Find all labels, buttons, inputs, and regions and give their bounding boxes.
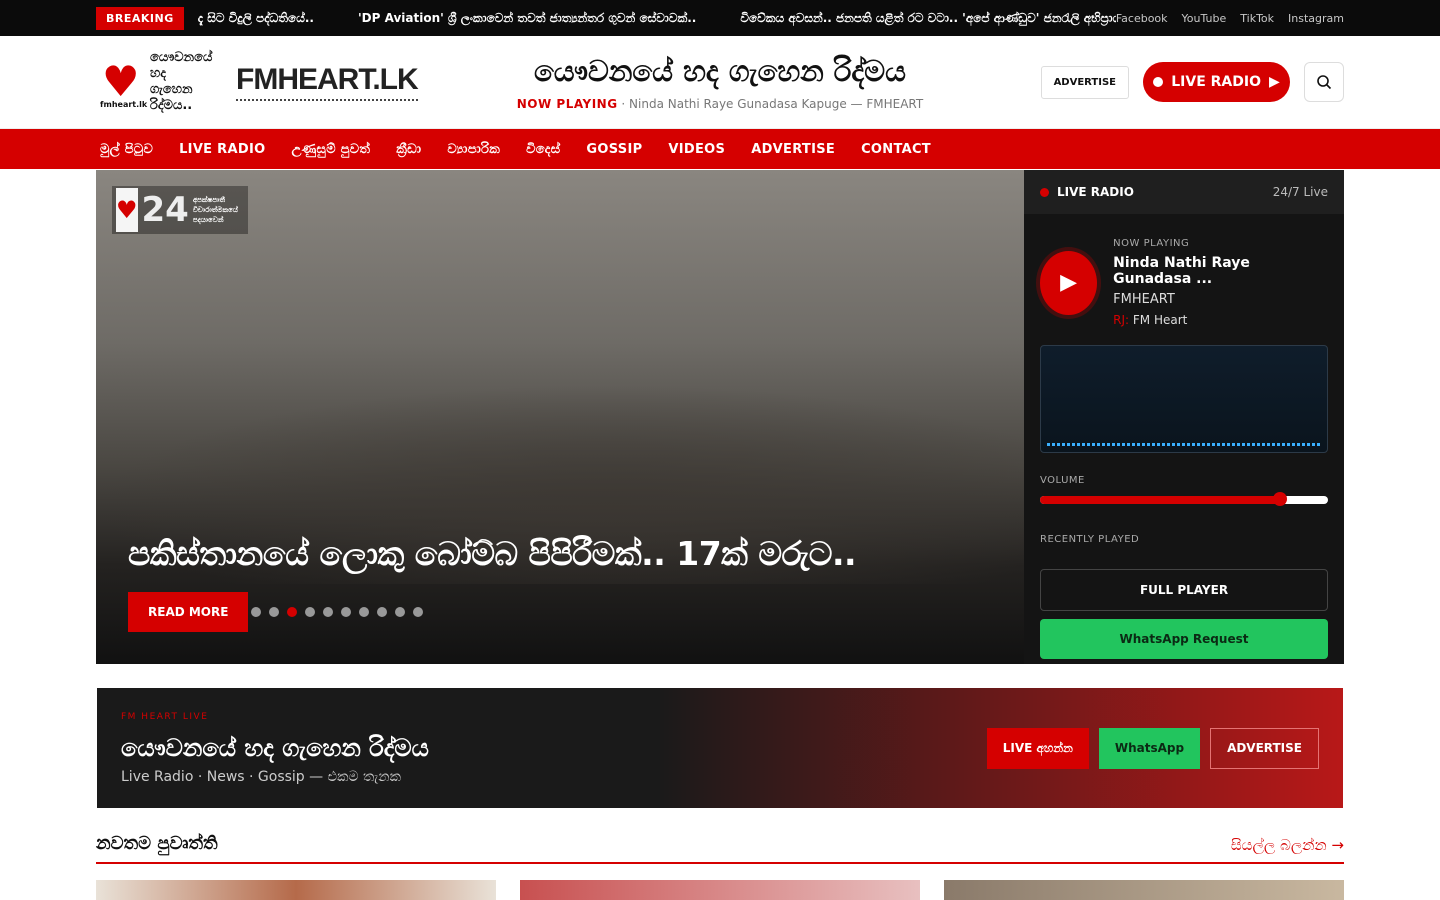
news-card-image[interactable] <box>520 880 920 900</box>
slider-dot[interactable] <box>413 607 423 617</box>
promo-subtitle: Live Radio · News · Gossip — එකම තැනක <box>121 769 401 785</box>
live-dot-icon <box>1153 77 1164 87</box>
rj-name: FM Heart <box>1132 313 1188 327</box>
now-playing-text: Ninda Nathi Raye Gunadasa Kapuge — FMHEA… <box>629 97 924 111</box>
volume-slider[interactable] <box>1040 492 1328 506</box>
slider-dot[interactable] <box>305 607 315 617</box>
news-card-image[interactable] <box>96 880 496 900</box>
news-card-image[interactable] <box>944 880 1344 900</box>
radio-status: 24/7 Live <box>1272 185 1328 199</box>
rj-line: RJ: FM Heart <box>1113 313 1328 327</box>
nav-sports[interactable]: ක්‍රීඩා <box>396 142 421 157</box>
top-bar: BREAKING දැ සිට විදුලි පද්ධතියේ.. 'DP Av… <box>0 0 1440 36</box>
audio-visualizer <box>1040 345 1328 453</box>
player-row: ▶ NOW PLAYING Ninda Nathi Raye Gunadasa … <box>1040 238 1328 327</box>
slider-dot[interactable] <box>269 607 279 617</box>
visualizer-bars <box>1047 443 1321 446</box>
slider-dot[interactable] <box>395 607 405 617</box>
nav-gossip[interactable]: GOSSIP <box>586 142 642 157</box>
slider-dot[interactable] <box>377 607 387 617</box>
hero-section: ♥ 24 අපක්ෂපාතී විචාරාත්මකයේ පදයාවෙන් පකි… <box>96 170 1344 664</box>
tiktok-link[interactable]: TikTok <box>1240 12 1274 25</box>
radio-widget: LIVE RADIO 24/7 Live ▶ NOW PLAYING Ninda… <box>1024 170 1344 664</box>
heart-icon: ♥ <box>102 57 140 106</box>
breaking-badge: BREAKING <box>96 6 184 30</box>
promo-buttons: LIVE අහන්න WhatsApp ADVERTISE <box>986 727 1319 769</box>
news-cards <box>96 880 1344 900</box>
youtube-link[interactable]: YouTube <box>1182 12 1227 25</box>
search-button[interactable] <box>1304 62 1344 102</box>
live-dot-icon <box>1040 187 1049 197</box>
nav-advertise[interactable]: ADVERTISE <box>751 142 835 157</box>
slider-dot[interactable] <box>323 607 333 617</box>
radio-body: ▶ NOW PLAYING Ninda Nathi Raye Gunadasa … <box>1024 214 1344 659</box>
nav-business[interactable]: ව්‍යාපාරික <box>447 142 500 157</box>
logo[interactable]: ♥ fmheart.lk <box>96 55 148 110</box>
nav-foreign[interactable]: විදෙස් <box>526 142 560 157</box>
heart-icon: ♥ <box>116 188 138 232</box>
promo-title: යෞවනයේ හද ගැහෙන රිද්මය <box>121 734 429 762</box>
view-all-link[interactable]: සියල්ල බලන්න → <box>1231 836 1344 854</box>
promo-advertise-button[interactable]: ADVERTISE <box>1210 727 1319 769</box>
artist-name: FMHEART <box>1113 292 1175 307</box>
logo-sinhala: යෞවනයේ හද ගැහෙන රිද්මය.. <box>150 50 213 113</box>
song-title: Ninda Nathi Raye Gunadasa ... <box>1113 255 1250 287</box>
whatsapp-request-button[interactable]: WhatsApp Request <box>1040 619 1328 659</box>
promo-eyebrow: FM HEART LIVE <box>121 712 209 722</box>
slider-dot[interactable] <box>251 607 261 617</box>
volume-fill <box>1040 496 1281 504</box>
recently-played-label: RECENTLY PLAYED <box>1040 534 1140 545</box>
play-button[interactable]: ▶ <box>1040 250 1098 315</box>
full-player-button[interactable]: FULL PLAYER <box>1040 569 1328 611</box>
latest-news-header: නවතම පුවෘත්ති සියල්ල බලන්න → <box>96 833 1344 864</box>
radio-header-title: LIVE RADIO <box>1057 185 1134 199</box>
radio-header: LIVE RADIO 24/7 Live <box>1024 170 1344 214</box>
site-header: ♥ fmheart.lk යෞවනයේ හද ගැහෙන රිද්මය.. FM… <box>0 36 1440 129</box>
slider-dots <box>251 607 423 617</box>
badge-number: 24 <box>141 190 189 230</box>
volume-label: VOLUME <box>1040 475 1085 486</box>
hero-title[interactable]: පකිස්තානයේ ලොකු බෝම්බ පිපිරීමක්.. 17ක් ම… <box>128 534 857 574</box>
nav-videos[interactable]: VIDEOS <box>668 142 725 157</box>
whatsapp-button[interactable]: WhatsApp <box>1098 727 1201 769</box>
main-nav: මුල් පිටුව LIVE RADIO උණුසුම් පුවත් ක්‍ර… <box>0 129 1440 169</box>
nav-contact[interactable]: CONTACT <box>861 142 931 157</box>
ticker-item[interactable]: 'DP Aviation' ශ්‍රී ලංකාවෙන් තවත් ජාත්‍ය… <box>358 11 696 26</box>
read-more-button[interactable]: READ MORE <box>128 592 249 632</box>
track-meta: NOW PLAYING Ninda Nathi Raye Gunadasa ..… <box>1113 238 1328 327</box>
play-icon: ▶ <box>1060 270 1078 295</box>
listen-live-button[interactable]: LIVE අහන්න <box>986 727 1089 769</box>
search-icon <box>1317 75 1332 90</box>
promo-banner: FM HEART LIVE යෞවනයේ හද ගැහෙන රිද්මය Liv… <box>97 688 1343 808</box>
advertise-button[interactable]: ADVERTISE <box>1040 65 1129 99</box>
now-playing-label: NOW PLAYING <box>1113 238 1190 249</box>
slider-dot[interactable] <box>341 607 351 617</box>
slider-dot[interactable] <box>359 607 369 617</box>
play-icon: ▶ <box>1268 74 1280 90</box>
facebook-link[interactable]: Facebook <box>1116 12 1168 25</box>
ticker-item[interactable]: විවේකය අවසන්.. ජනපති යළිත් රට වටා.. 'අපේ… <box>740 11 1116 26</box>
badge-text: අපක්ෂපාතී විචාරාත්මකයේ පදයාවෙන් <box>192 196 238 224</box>
latest-news-title: නවතම පුවෘත්ති <box>96 833 218 854</box>
now-playing-label: NOW PLAYING <box>516 97 618 111</box>
instagram-link[interactable]: Instagram <box>1288 12 1344 25</box>
hero-slider[interactable]: ♥ 24 අපක්ෂපාතී විචාරාත්මකයේ පදයාවෙන් පකි… <box>96 170 1024 664</box>
nav-hot-news[interactable]: උණුසුම් පුවත් <box>291 142 370 157</box>
channel-badge: ♥ 24 අපක්ෂපාතී විචාරාත්මකයේ පදයාවෙන් <box>112 186 248 234</box>
volume-knob[interactable] <box>1273 492 1288 506</box>
nav-home[interactable]: මුල් පිටුව <box>100 142 153 157</box>
nav-live-radio[interactable]: LIVE RADIO <box>179 142 265 157</box>
logo-tag: fmheart.lk <box>100 100 148 109</box>
header-actions: ADVERTISE LIVE RADIO ▶ <box>1040 62 1344 102</box>
news-ticker: දැ සිට විදුලි පද්ධතියේ.. 'DP Aviation' ශ… <box>198 11 1116 26</box>
ticker-item[interactable]: දැ සිට විදුලි පද්ධතියේ.. <box>198 11 314 26</box>
separator-dot: · <box>621 97 630 111</box>
live-radio-label: LIVE RADIO <box>1171 74 1261 90</box>
social-links: Facebook YouTube TikTok Instagram <box>1116 12 1344 25</box>
slider-dot-active[interactable] <box>287 607 297 617</box>
rj-label: RJ: <box>1113 313 1130 327</box>
live-radio-button[interactable]: LIVE RADIO ▶ <box>1143 62 1290 102</box>
logo-text[interactable]: FMHEART.LK <box>236 63 419 101</box>
